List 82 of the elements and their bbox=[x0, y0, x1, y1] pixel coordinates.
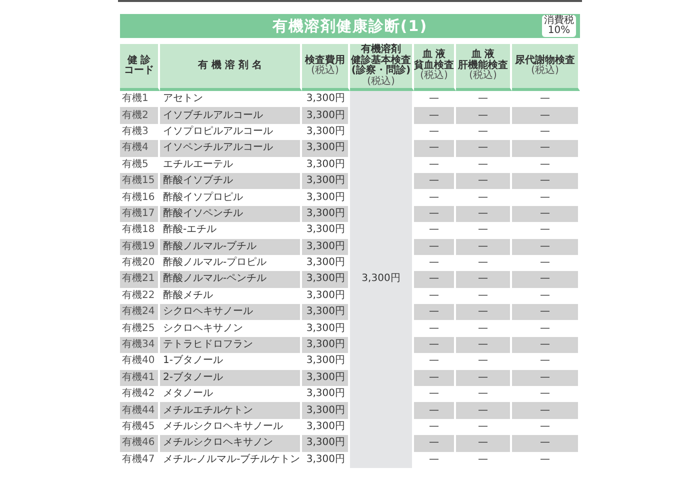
anemia-test-cell: — bbox=[414, 206, 456, 222]
solvent-name-cell: メチルエチルケトン bbox=[160, 402, 302, 419]
urine-test-cell: — bbox=[512, 107, 580, 124]
solvent-name-cell: 酢酸イソペンチル bbox=[160, 206, 302, 222]
solvent-name-cell: テトラヒドロフラン bbox=[160, 336, 302, 354]
anemia-test-cell: — bbox=[414, 402, 456, 419]
page-title: 有機溶剤健康診断(1) bbox=[272, 17, 428, 35]
code-cell: 有機19 bbox=[120, 238, 160, 255]
fee-cell: 3,300円 bbox=[302, 370, 350, 386]
code-cell: 有機2 bbox=[120, 107, 160, 124]
liver-test-cell: — bbox=[456, 370, 512, 386]
code-cell: 有機17 bbox=[120, 206, 160, 222]
urine-test-cell: — bbox=[512, 304, 580, 320]
basic-fee-cell: 3,300円 bbox=[350, 91, 414, 468]
column-header: 健 診 コード bbox=[120, 44, 160, 91]
liver-test-cell: — bbox=[456, 107, 512, 124]
code-cell: 有機21 bbox=[120, 271, 160, 288]
liver-test-cell: — bbox=[456, 304, 512, 320]
urine-test-cell: — bbox=[512, 172, 580, 190]
tax-badge: 消費税 10% bbox=[542, 15, 576, 37]
anemia-test-cell: — bbox=[414, 304, 456, 320]
code-cell: 有機46 bbox=[120, 435, 160, 452]
code-cell: 有機41 bbox=[120, 370, 160, 386]
fee-cell: 3,300円 bbox=[302, 336, 350, 354]
solvent-name-cell: メチルシクロヘキサノン bbox=[160, 435, 302, 452]
solvent-name-cell: 酢酸イソブチル bbox=[160, 172, 302, 190]
fee-cell: 3,300円 bbox=[302, 435, 350, 452]
liver-test-cell: — bbox=[456, 140, 512, 157]
anemia-test-cell: — bbox=[414, 238, 456, 255]
anemia-test-cell: — bbox=[414, 336, 456, 354]
liver-test-cell: — bbox=[456, 271, 512, 288]
fee-cell: 3,300円 bbox=[302, 402, 350, 419]
urine-test-cell: — bbox=[512, 435, 580, 452]
solvent-name-cell: イソブチルアルコール bbox=[160, 107, 302, 124]
liver-test-cell: — bbox=[456, 172, 512, 190]
liver-test-cell: — bbox=[456, 435, 512, 452]
liver-test-cell: — bbox=[456, 336, 512, 354]
urine-test-cell: — bbox=[512, 452, 580, 468]
urine-test-cell: — bbox=[512, 206, 580, 222]
column-header: 検査費用 (税込) bbox=[302, 44, 350, 91]
code-cell: 有機34 bbox=[120, 336, 160, 354]
liver-test-cell: — bbox=[456, 402, 512, 419]
anemia-test-cell: — bbox=[414, 452, 456, 468]
fee-cell: 3,300円 bbox=[302, 238, 350, 255]
liver-test-cell: — bbox=[456, 238, 512, 255]
anemia-test-cell: — bbox=[414, 370, 456, 386]
solvent-name-cell: 酢酸ノルマル-ブチル bbox=[160, 238, 302, 255]
solvent-name-cell: イソペンチルアルコール bbox=[160, 140, 302, 157]
column-header: 有機溶剤 健診基本検査 (診察・問診) (税込) bbox=[350, 44, 414, 91]
fee-cell: 3,300円 bbox=[302, 206, 350, 222]
fee-cell: 3,300円 bbox=[302, 271, 350, 288]
urine-test-cell: — bbox=[512, 140, 580, 157]
urine-test-cell: — bbox=[512, 402, 580, 419]
fee-cell: 3,300円 bbox=[302, 304, 350, 320]
fee-cell: 3,300円 bbox=[302, 172, 350, 190]
fee-cell: 3,300円 bbox=[302, 107, 350, 124]
urine-test-cell: — bbox=[512, 271, 580, 288]
anemia-test-cell: — bbox=[414, 435, 456, 452]
code-cell: 有機15 bbox=[120, 172, 160, 190]
code-cell: 有機47 bbox=[120, 452, 160, 468]
urine-test-cell: — bbox=[512, 238, 580, 255]
code-cell: 有機44 bbox=[120, 402, 160, 419]
urine-test-cell: — bbox=[512, 336, 580, 354]
code-cell: 有機24 bbox=[120, 304, 160, 320]
anemia-test-cell: — bbox=[414, 271, 456, 288]
column-header: 血 液 貧血検査 (税込) bbox=[414, 44, 456, 91]
liver-test-cell: — bbox=[456, 206, 512, 222]
solvent-name-cell: メチル-ノルマル-ブチルケトン bbox=[160, 452, 302, 468]
column-header: 血 液 肝機能検査 (税込) bbox=[456, 44, 512, 91]
column-header: 有 機 溶 剤 名 bbox=[160, 44, 302, 91]
solvent-name-cell: 酢酸ノルマル-ペンチル bbox=[160, 271, 302, 288]
solvent-name-cell: 2-ブタノール bbox=[160, 370, 302, 386]
column-header: 尿代謝物検査 (税込) bbox=[512, 44, 580, 91]
liver-test-cell: — bbox=[456, 452, 512, 468]
anemia-test-cell: — bbox=[414, 107, 456, 124]
urine-test-cell: — bbox=[512, 370, 580, 386]
solvent-name-cell: シクロヘキサノール bbox=[160, 304, 302, 320]
fee-cell: 3,300円 bbox=[302, 452, 350, 468]
fee-cell: 3,300円 bbox=[302, 140, 350, 157]
anemia-test-cell: — bbox=[414, 172, 456, 190]
code-cell: 有機4 bbox=[120, 140, 160, 157]
anemia-test-cell: — bbox=[414, 140, 456, 157]
